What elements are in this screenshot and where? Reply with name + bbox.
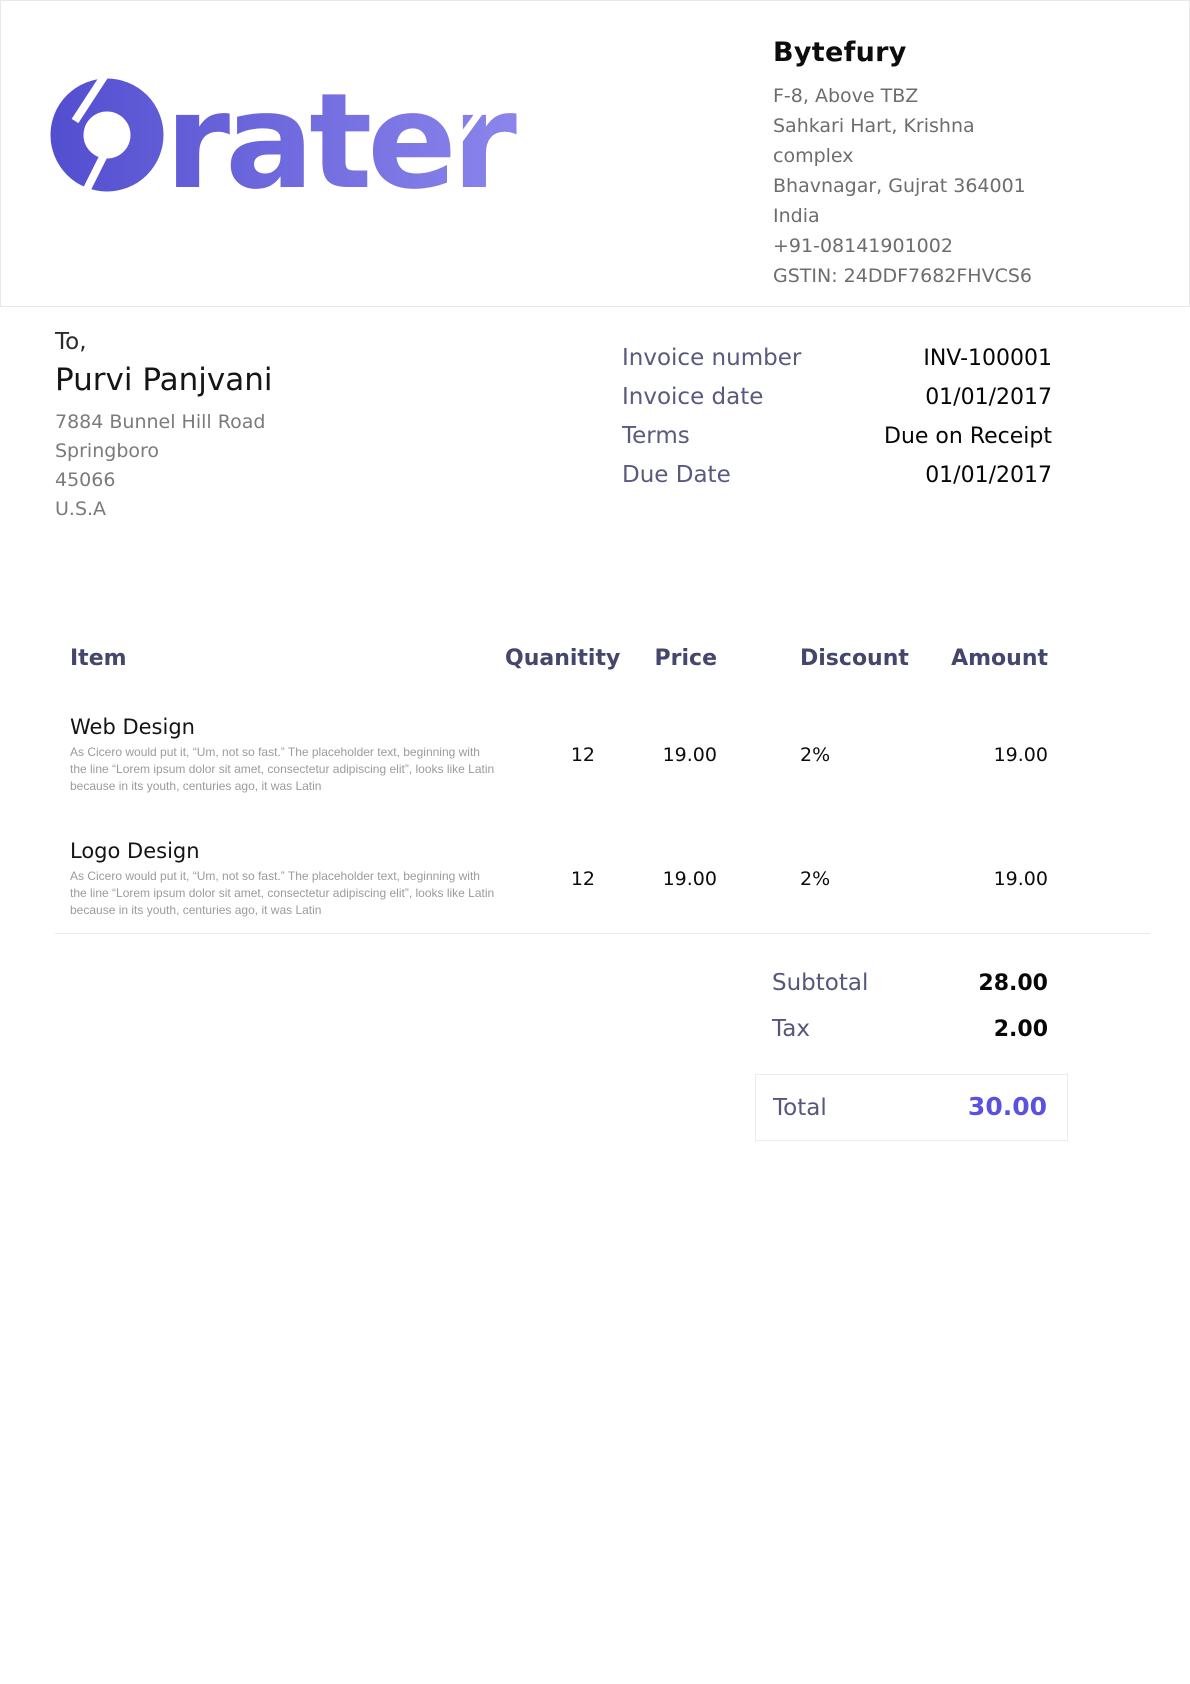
total-box: Total 30.00 [755, 1074, 1068, 1141]
meta-row-invoice-date: Invoice date 01/01/2017 [622, 384, 1052, 410]
due-date-value: 01/01/2017 [925, 463, 1052, 488]
company-address-line: Sahkari Hart, Krishna complex [773, 111, 1059, 171]
item-discount: 2% [717, 837, 905, 890]
tax-value: 2.00 [994, 1017, 1048, 1042]
company-address-line: F-8, Above TBZ [773, 81, 1059, 111]
invoice-date-label: Invoice date [622, 384, 763, 410]
customer-address-line: U.S.A [55, 495, 273, 524]
totals-block: Subtotal 28.00 Tax 2.00 Total 30.00 [755, 970, 1068, 1141]
item-quantity: 12 [505, 713, 595, 766]
meta-row-invoice-number: Invoice number INV-100001 [622, 345, 1052, 371]
company-address-line: Bhavnagar, Gujrat 364001 [773, 171, 1059, 201]
item-description: As Cicero would put it, “Um, not so fast… [70, 868, 495, 919]
crater-logo: rater [49, 41, 519, 306]
billing-meta-row: To, Purvi Panjvani 7884 Bunnel Hill Road… [0, 307, 1190, 524]
invoice-header: rater Bytefury F-8, Above TBZ Sahkari Ha… [0, 0, 1190, 307]
item-quantity: 12 [505, 837, 595, 890]
item-discount: 2% [717, 713, 905, 766]
header-price: Price [595, 646, 717, 671]
bill-to-label: To, [55, 329, 273, 355]
company-block: Bytefury F-8, Above TBZ Sahkari Hart, Kr… [773, 37, 1059, 306]
items-table: Item Quanitity Price Discount Amount Web… [70, 646, 1048, 934]
due-date-label: Due Date [622, 462, 731, 488]
total-value: 30.00 [968, 1092, 1047, 1121]
item-name: Web Design [70, 713, 505, 741]
header-discount: Discount [717, 646, 905, 671]
tax-row: Tax 2.00 [755, 1016, 1068, 1042]
tax-label: Tax [772, 1016, 810, 1042]
item-price: 19.00 [595, 837, 717, 890]
total-label: Total [773, 1095, 827, 1121]
item-description: As Cicero would put it, “Um, not so fast… [70, 744, 495, 795]
subtotal-row: Subtotal 28.00 [755, 970, 1068, 996]
company-address-line: India [773, 201, 1059, 231]
table-bottom-divider [55, 933, 1150, 934]
items-table-header: Item Quanitity Price Discount Amount [70, 646, 1048, 671]
company-name: Bytefury [773, 37, 1059, 68]
table-row: Logo Design As Cicero would put it, “Um,… [70, 837, 1048, 919]
item-price: 19.00 [595, 713, 717, 766]
invoice-page: rater Bytefury F-8, Above TBZ Sahkari Ha… [0, 0, 1190, 1684]
company-phone: +91-08141901002 [773, 231, 1059, 261]
customer-address: 7884 Bunnel Hill Road Springboro 45066 U… [55, 408, 273, 524]
terms-label: Terms [622, 423, 690, 449]
subtotal-value: 28.00 [978, 971, 1048, 996]
customer-address-line: 7884 Bunnel Hill Road [55, 408, 273, 437]
header-amount: Amount [905, 646, 1048, 671]
meta-row-terms: Terms Due on Receipt [622, 423, 1052, 449]
terms-value: Due on Receipt [884, 424, 1052, 449]
invoice-meta-block: Invoice number INV-100001 Invoice date 0… [622, 345, 1052, 524]
customer-name: Purvi Panjvani [55, 362, 273, 398]
invoice-number-value: INV-100001 [923, 346, 1052, 371]
bill-to-block: To, Purvi Panjvani 7884 Bunnel Hill Road… [55, 321, 273, 524]
meta-row-due-date: Due Date 01/01/2017 [622, 462, 1052, 488]
company-gstin: GSTIN: 24DDF7682FHVCS6 [773, 261, 1059, 291]
header-item: Item [70, 646, 505, 671]
invoice-number-label: Invoice number [622, 345, 801, 371]
subtotal-label: Subtotal [772, 970, 868, 996]
item-amount: 19.00 [905, 837, 1048, 890]
customer-address-line: Springboro [55, 437, 273, 466]
crater-ring-mark [67, 95, 147, 175]
item-name: Logo Design [70, 837, 505, 865]
invoice-date-value: 01/01/2017 [925, 385, 1052, 410]
item-cell: Web Design As Cicero would put it, “Um, … [70, 713, 505, 795]
crater-logo-icon: rater [49, 41, 519, 197]
table-row: Web Design As Cicero would put it, “Um, … [70, 713, 1048, 795]
item-amount: 19.00 [905, 713, 1048, 766]
header-quantity: Quanitity [505, 646, 595, 671]
customer-address-line: 45066 [55, 466, 273, 495]
item-cell: Logo Design As Cicero would put it, “Um,… [70, 837, 505, 919]
